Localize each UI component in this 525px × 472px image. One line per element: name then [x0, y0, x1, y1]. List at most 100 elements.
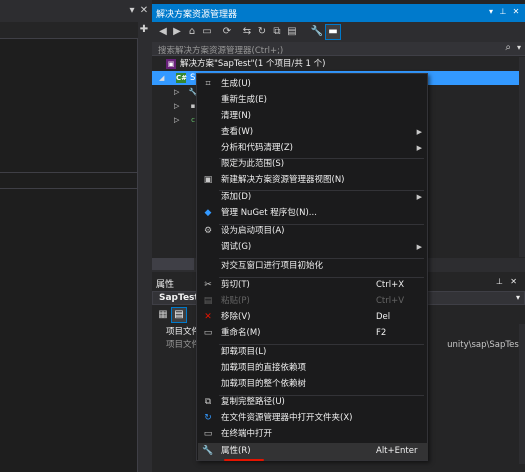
- menu-item-rename[interactable]: ▭ 重命名(M) F2: [198, 325, 428, 342]
- menu-item-label: 分析和代码清理(Z): [221, 143, 293, 153]
- menu-item-rebuild[interactable]: 重新生成(E): [198, 92, 428, 109]
- wrench-icon[interactable]: 🔧: [310, 25, 324, 39]
- menu-item-new-view[interactable]: ▣ 新建解决方案资源管理器视图(N): [198, 172, 428, 189]
- menu-item-label: 属性(R): [221, 446, 251, 456]
- pin-icon[interactable]: ⊥: [496, 277, 503, 286]
- menu-item-init-interactive[interactable]: 对交互窗口进行项目初始化: [198, 258, 428, 275]
- context-menu: ⌗ 生成(U) 重新生成(E) 清理(N) 查看(W) ▶ 分析和代码清理(Z)…: [196, 73, 428, 461]
- tab-solution-explorer[interactable]: [152, 258, 194, 270]
- pin-icon[interactable]: ⊥: [498, 7, 508, 16]
- chevron-right-icon[interactable]: ▷: [174, 99, 179, 113]
- menu-item-analyze[interactable]: 分析和代码清理(Z) ▶: [198, 140, 428, 157]
- project-label: S: [190, 73, 196, 83]
- chevron-right-icon[interactable]: ▷: [174, 113, 179, 127]
- divider: [0, 38, 138, 39]
- search-box[interactable]: 搜索解决方案资源管理器(Ctrl+;) ⌕ ▾: [152, 42, 525, 56]
- editor-scrollbar[interactable]: ✚: [138, 22, 150, 472]
- menu-item-label: 限定为此范围(S): [221, 159, 285, 169]
- menu-item-set-startup[interactable]: ⚙ 设为启动项目(A): [198, 223, 428, 240]
- refresh-icon[interactable]: ↻: [255, 25, 269, 39]
- chevron-down-icon[interactable]: ◢: [159, 71, 164, 85]
- wrench-icon: 🔧: [202, 446, 214, 456]
- editor-pane: [0, 22, 138, 472]
- build-icon: ⌗: [205, 79, 211, 89]
- menu-item-label: 加载项目的整个依赖树: [221, 379, 307, 389]
- menu-item-debug[interactable]: 调试(G) ▶: [198, 239, 428, 256]
- switch-view-icon[interactable]: ▭: [200, 25, 214, 39]
- chevron-right-icon: ▶: [416, 243, 422, 251]
- close-icon[interactable]: ✕: [510, 277, 517, 286]
- menu-item-shortcut: Alt+Enter: [376, 446, 418, 456]
- menu-item-label: 新建解决方案资源管理器视图(N): [221, 175, 345, 185]
- close-icon: ✕: [204, 312, 212, 322]
- menu-item-view[interactable]: 查看(W) ▶: [198, 124, 428, 141]
- navigation-bar[interactable]: [0, 22, 138, 38]
- chevron-down-icon[interactable]: ▾: [517, 43, 521, 52]
- window-menu-icon[interactable]: ▾: [486, 7, 496, 16]
- menu-item-label: 查看(W): [221, 127, 254, 137]
- menu-item-label: 卸载项目(L): [221, 347, 267, 357]
- preview-selected-icon[interactable]: ▬: [325, 24, 341, 40]
- menu-item-build[interactable]: ⌗ 生成(U): [198, 76, 428, 93]
- menu-item-open-terminal[interactable]: ▭ 在终端中打开: [198, 426, 428, 443]
- scissors-icon: ✂: [204, 280, 212, 290]
- solution-explorer-title-bar: 解决方案资源管理器 ▾ ⊥ ✕: [152, 4, 525, 22]
- menu-item-remove[interactable]: ✕ 移除(V) Del: [198, 309, 428, 326]
- scrollbar[interactable]: [519, 324, 525, 464]
- chevron-right-icon: ▶: [416, 128, 422, 136]
- menu-item-label: 管理 NuGet 程序包(N)...: [221, 208, 317, 218]
- menu-item-label: 设为启动项目(A): [221, 226, 285, 236]
- close-icon[interactable]: ✕: [511, 7, 521, 16]
- menu-item-label: 重命名(M): [221, 328, 261, 338]
- menu-item-shortcut: Ctrl+X: [376, 280, 405, 290]
- tab-dropdown-icon[interactable]: ▾: [127, 5, 137, 17]
- menu-item-shortcut: Del: [376, 312, 391, 322]
- menu-item-label: 移除(V): [221, 312, 251, 322]
- collapse-all-icon[interactable]: ⧉: [270, 25, 284, 39]
- close-icon[interactable]: ✕: [139, 5, 149, 17]
- menu-item-cut[interactable]: ✂ 剪切(T) Ctrl+X: [198, 277, 428, 294]
- menu-item-load-direct-deps[interactable]: 加载项目的直接依赖项: [198, 360, 428, 377]
- split-add-icon[interactable]: ✚: [138, 24, 150, 36]
- show-all-files-icon[interactable]: ▤: [285, 25, 299, 39]
- menu-item-unload[interactable]: 卸载项目(L): [198, 344, 428, 361]
- menu-item-copy-path[interactable]: ⧉ 复制完整路径(U): [198, 394, 428, 411]
- pending-changes-icon[interactable]: ⟳: [220, 25, 234, 39]
- menu-item-label: 对交互窗口进行项目初始化: [221, 261, 324, 271]
- menu-item-nuget[interactable]: ◆ 管理 NuGet 程序包(N)...: [198, 205, 428, 222]
- property-pages-icon[interactable]: ▤: [171, 307, 187, 323]
- refresh-icon: ↻: [204, 413, 212, 423]
- chevron-right-icon[interactable]: ▷: [174, 85, 179, 99]
- terminal-icon: ▭: [203, 429, 213, 439]
- menu-item-open-folder[interactable]: ↻ 在文件资源管理器中打开文件夹(X): [198, 410, 428, 427]
- new-view-icon: ▣: [203, 175, 213, 185]
- categorized-icon[interactable]: ▦: [156, 308, 170, 322]
- search-input[interactable]: 搜索解决方案资源管理器(Ctrl+;): [158, 44, 283, 56]
- highlight-underline: [224, 459, 264, 461]
- menu-item-shortcut: Ctrl+V: [376, 296, 405, 306]
- menu-item-label: 在文件资源管理器中打开文件夹(X): [221, 413, 353, 423]
- menu-item-label: 清理(N): [221, 111, 251, 121]
- chevron-down-icon[interactable]: ▾: [516, 293, 520, 302]
- nuget-icon: ◆: [204, 208, 212, 218]
- home-icon[interactable]: ⌂: [185, 25, 199, 39]
- menu-item-load-dep-tree[interactable]: 加载项目的整个依赖树: [198, 376, 428, 393]
- menu-item-add[interactable]: 添加(D) ▶: [198, 189, 428, 206]
- back-icon[interactable]: ◀: [156, 25, 170, 39]
- csharp-project-icon: C#: [176, 73, 188, 83]
- solution-node[interactable]: ▣ 解决方案"SapTest"(1 个项目/共 1 个): [152, 57, 525, 71]
- menu-item-clean[interactable]: 清理(N): [198, 108, 428, 125]
- search-icon[interactable]: ⌕: [505, 42, 511, 53]
- scrollbar[interactable]: [519, 57, 525, 257]
- menu-item-properties[interactable]: 🔧 属性(R) Alt+Enter: [198, 443, 428, 460]
- paste-icon: ▤: [203, 296, 213, 306]
- menu-item-paste[interactable]: ▤ 粘贴(P) Ctrl+V: [198, 293, 428, 310]
- gear-icon: ⚙: [203, 226, 213, 236]
- menu-item-scope[interactable]: 限定为此范围(S): [198, 156, 428, 173]
- sync-icon[interactable]: ⇆: [240, 25, 254, 39]
- object-name: SapTest: [159, 293, 199, 303]
- chevron-right-icon: ▶: [416, 144, 422, 152]
- menu-item-label: 在终端中打开: [221, 429, 273, 439]
- forward-icon[interactable]: ▶: [170, 25, 184, 39]
- menu-item-label: 调试(G): [221, 242, 252, 252]
